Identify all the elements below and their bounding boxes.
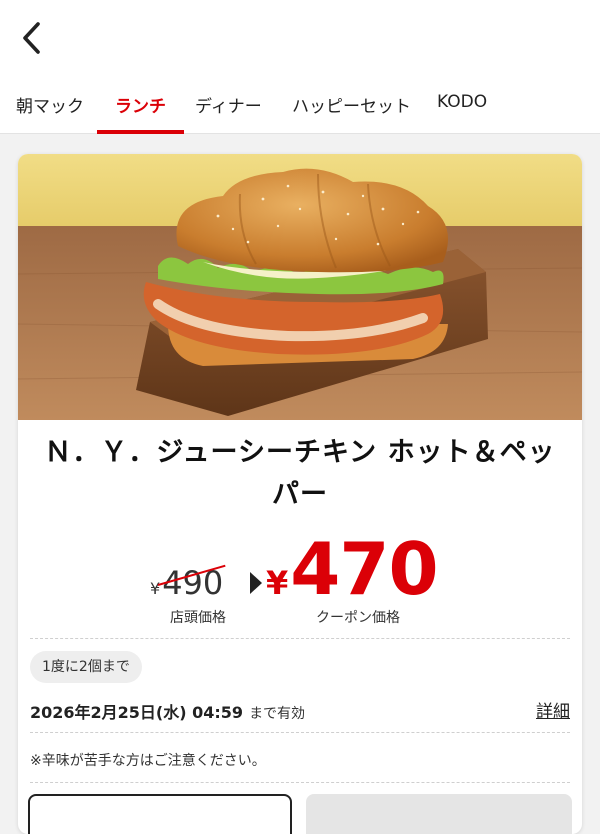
tab-happy-set[interactable]: ハッピーセット (292, 84, 411, 134)
details-link[interactable]: 詳細 (536, 697, 570, 722)
tab-morning[interactable]: 朝マック (16, 84, 84, 134)
coupon-card: Ｎ．Ｙ．ジューシーチキン ホット＆ペッパー ¥ 490 店頭価格 ¥ 470 ク… (18, 154, 582, 834)
coupon-price-label: クーポン価格 (316, 610, 400, 626)
tab-kodo[interactable]: KODO (437, 84, 487, 134)
price-row: ¥ 490 店頭価格 ¥ 470 クーポン価格 (18, 529, 582, 629)
back-button[interactable] (14, 20, 48, 56)
divider (30, 782, 570, 783)
caution-note: ※辛味が苦手な方はご注意ください。 (30, 753, 266, 769)
expiry-date: 2026年2月25日(水) 04:59 (30, 703, 244, 722)
arrow-right-icon (250, 572, 262, 594)
regular-price: ¥ 490 (150, 564, 226, 604)
top-bar: 朝マック ランチ ディナー ハッピーセット KODO (0, 0, 600, 134)
yen-symbol: ¥ (266, 564, 289, 602)
action-button-left[interactable] (28, 794, 292, 834)
yen-symbol: ¥ (150, 579, 161, 598)
product-photo (18, 154, 582, 420)
expiry: 2026年2月25日(水) 04:59 まで有効 (30, 699, 305, 723)
category-tabs: 朝マック ランチ ディナー ハッピーセット KODO (0, 84, 600, 134)
action-button-right[interactable] (306, 794, 572, 834)
regular-price-label: 店頭価格 (170, 610, 226, 626)
coupon-price-value: 470 (290, 527, 438, 611)
regular-price-value: 490 (157, 564, 226, 602)
divider (30, 732, 570, 733)
coupon-price: ¥ 470 (266, 527, 439, 611)
expiry-suffix: まで有効 (249, 706, 306, 722)
chevron-left-icon (23, 22, 40, 54)
tab-lunch[interactable]: ランチ (97, 84, 184, 134)
divider (30, 638, 570, 639)
product-title: Ｎ．Ｙ．ジューシーチキン ホット＆ペッパー (44, 437, 556, 510)
tab-dinner[interactable]: ディナー (195, 84, 262, 134)
limit-badge: 1度に2個まで (30, 651, 142, 683)
